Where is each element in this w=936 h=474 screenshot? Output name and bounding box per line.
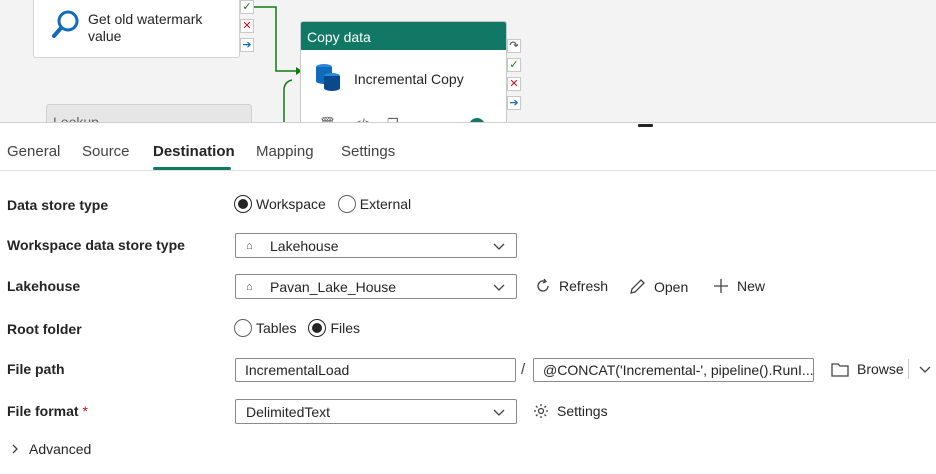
panel-divider — [0, 122, 936, 126]
active-tab-indicator — [153, 167, 231, 170]
tab-mapping[interactable]: Mapping — [256, 143, 314, 160]
data-store-type-label: Data store type — [7, 197, 109, 213]
copy-data-activity-card[interactable]: Copy data Incremental Copy 🗑 </> ❐ — [300, 21, 507, 122]
failure-x-icon[interactable]: ✕ — [240, 19, 254, 33]
radio-workspace[interactable]: Workspace — [234, 195, 326, 213]
chevron-down-icon[interactable] — [918, 362, 932, 376]
tab-general[interactable]: General — [7, 143, 60, 160]
gear-icon — [534, 404, 548, 418]
lakehouse-select[interactable]: ⌂ Pavan_Lake_House — [235, 274, 517, 299]
open-button[interactable]: Open — [629, 278, 688, 295]
copy-database-icon — [316, 64, 340, 91]
root-folder-radio-group: Tables Files — [234, 319, 372, 337]
refresh-icon — [537, 278, 549, 292]
completion-arrow-icon[interactable]: ➔ — [507, 96, 521, 110]
browse-button[interactable]: Browse — [831, 361, 904, 377]
success-check-icon[interactable]: ✓ — [507, 58, 521, 72]
browse-separator — [908, 359, 909, 379]
radio-files[interactable]: Files — [308, 319, 360, 337]
radio-workspace-label: Workspace — [256, 196, 326, 212]
radio-tables[interactable]: Tables — [234, 319, 296, 337]
file-format-label-text: File format — [7, 403, 79, 419]
advanced-expander[interactable]: Advanced — [10, 441, 91, 457]
lookup-activity-label: Get old watermark value — [88, 11, 203, 44]
pencil-edit-icon — [630, 279, 645, 294]
workspace-data-store-type-label: Workspace data store type — [7, 237, 185, 253]
lakehouse-label: Lakehouse — [7, 278, 81, 294]
chevron-down-icon — [493, 409, 505, 416]
refresh-button[interactable]: Refresh — [535, 278, 608, 294]
radio-external-label: External — [359, 196, 412, 212]
radio-selected-icon[interactable] — [234, 195, 252, 213]
required-marker: * — [82, 403, 88, 419]
skip-icon[interactable]: ↷ — [507, 39, 521, 53]
failure-x-icon[interactable]: ✕ — [507, 77, 521, 91]
chevron-down-icon — [493, 284, 505, 291]
radio-files-label: Files — [330, 320, 361, 336]
lookup-partial-label: Lookup — [53, 114, 99, 122]
copy-status-handles: ↷ ✓ ✕ ➔ — [507, 39, 521, 115]
file-format-settings-label: Settings — [557, 403, 608, 419]
new-button[interactable]: New — [713, 278, 765, 294]
radio-unselected-icon[interactable] — [337, 195, 356, 213]
chevron-down-icon — [493, 243, 505, 250]
radio-unselected-icon[interactable] — [234, 319, 252, 337]
lakehouse-value: Pavan_Lake_House — [270, 278, 397, 295]
folder-icon — [831, 362, 849, 377]
chevron-right-icon — [12, 444, 18, 454]
lakehouse-icon: ⌂ — [246, 239, 253, 252]
new-label: New — [737, 278, 766, 294]
radio-selected-icon[interactable] — [308, 319, 327, 337]
tab-destination[interactable]: Destination — [153, 143, 235, 160]
tab-source[interactable]: Source — [82, 143, 130, 160]
root-folder-label: Root folder — [7, 321, 82, 337]
workspace-data-store-type-value: Lakehouse — [270, 237, 339, 254]
open-label: Open — [654, 278, 689, 295]
file-format-settings-button[interactable]: Settings — [533, 403, 608, 419]
advanced-label: Advanced — [29, 441, 92, 457]
data-store-type-radio-group: Workspace External — [234, 195, 423, 213]
lookup-status-handles: ✓ ✕ ➔ — [240, 0, 254, 57]
lakehouse-icon: ⌂ — [246, 280, 253, 293]
file-path-filename-input[interactable]: @CONCAT('Incremental-', pipeline().RunI.… — [533, 358, 814, 382]
lookup-magnifier-icon — [52, 10, 79, 38]
radio-tables-label: Tables — [256, 320, 297, 336]
pipeline-canvas[interactable]: Get old watermark value ✓ ✕ ➔ Lookup Cop… — [0, 0, 936, 122]
lookup-activity-card[interactable]: Get old watermark value — [33, 0, 240, 58]
success-check-icon[interactable]: ✓ — [240, 0, 254, 14]
copy-activity-header: Copy data — [301, 22, 506, 50]
copy-activity-name: Incremental Copy — [354, 71, 464, 87]
file-path-separator: / — [521, 361, 526, 378]
file-path-directory-input[interactable]: IncrementalLoad — [235, 358, 516, 382]
tab-settings[interactable]: Settings — [341, 143, 395, 160]
file-format-value: DelimitedText — [246, 403, 331, 420]
plus-icon — [714, 279, 728, 293]
properties-tabs: General Source Destination Mapping Setti… — [0, 127, 936, 171]
file-path-label: File path — [7, 361, 65, 377]
radio-external[interactable]: External — [337, 195, 412, 213]
completion-arrow-icon[interactable]: ➔ — [240, 38, 254, 52]
browse-label: Browse — [857, 361, 904, 377]
lookup-activity-card-2[interactable]: Lookup — [46, 104, 252, 122]
workspace-data-store-type-select[interactable]: ⌂ Lakehouse — [235, 233, 517, 258]
file-format-select[interactable]: DelimitedText — [235, 399, 517, 424]
file-format-label: File format * — [7, 403, 88, 419]
refresh-label: Refresh — [559, 278, 609, 294]
